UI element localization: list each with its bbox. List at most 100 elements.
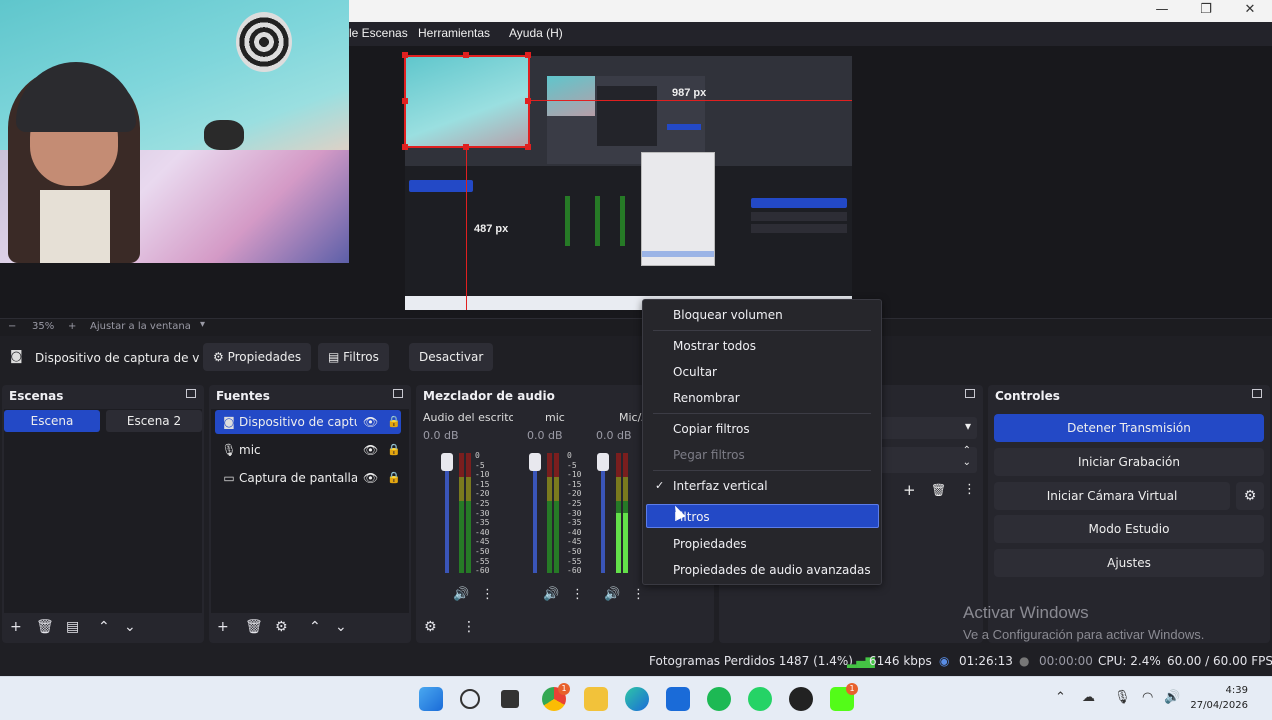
clock[interactable]: 4:39 27/04/2026 [1190, 683, 1248, 713]
start-recording-button[interactable]: Iniciar Grabación [994, 448, 1264, 476]
more-icon[interactable]: ⋮ [462, 619, 476, 635]
more-icon[interactable]: ⋮ [481, 587, 494, 602]
menu-item-show-all[interactable]: Mostrar todos [643, 334, 881, 358]
chevron-up-icon[interactable]: ⌃ [1055, 690, 1066, 705]
windows-start-icon[interactable] [419, 687, 443, 711]
obs-icon[interactable] [789, 687, 813, 711]
zoom-in-button[interactable]: + [68, 321, 76, 332]
minimize-button[interactable]: — [1140, 0, 1184, 22]
fader-handle[interactable] [597, 453, 609, 471]
chevron-up-icon[interactable]: ⌃ [963, 445, 971, 456]
dock-float-icon[interactable] [965, 389, 975, 398]
speaker-icon[interactable]: 🔊 [453, 587, 469, 602]
chevron-up-icon[interactable]: ⌃ [98, 619, 110, 635]
camera-icon: ◙ [10, 349, 23, 364]
menu-item-hide[interactable]: Ocultar [643, 360, 881, 384]
more-icon[interactable]: ⋮ [632, 587, 645, 602]
lock-icon[interactable]: 🔒 [387, 438, 401, 462]
menu-item-lock-volume[interactable]: Bloquear volumen [643, 303, 881, 327]
source-item-camera[interactable]: ◙ Dispositivo de captur 👁 🔒 [215, 410, 401, 434]
filter-icon[interactable]: ▤ [66, 619, 79, 635]
gear-icon: ⚙ [213, 350, 224, 364]
chevron-down-icon[interactable]: ⌄ [335, 619, 347, 635]
add-icon[interactable]: + [10, 619, 22, 635]
chevron-down-icon[interactable]: ⌄ [963, 457, 971, 468]
edge-icon[interactable] [625, 687, 649, 711]
spotify-icon[interactable] [707, 687, 731, 711]
menu-help[interactable]: Ayuda (H) [509, 26, 563, 40]
resize-handle[interactable] [525, 52, 531, 58]
menu-item-copy-filters[interactable]: Copiar filtros [643, 417, 881, 441]
dock-float-icon[interactable] [186, 389, 196, 398]
add-icon[interactable]: + [903, 481, 916, 499]
add-icon[interactable]: + [217, 619, 229, 635]
virtual-camera-button[interactable]: Iniciar Cámara Virtual [994, 482, 1230, 510]
resize-handle[interactable] [402, 52, 408, 58]
fit-window-option[interactable]: Ajustar a la ventana [90, 321, 191, 332]
menu-tools[interactable]: Herramientas [418, 26, 490, 40]
menu-item-rename[interactable]: Renombrar [643, 386, 881, 410]
dock-float-icon[interactable] [393, 389, 403, 398]
maximize-button[interactable]: ❐ [1184, 0, 1228, 22]
fader-handle[interactable] [529, 453, 541, 471]
fader-handle[interactable] [441, 453, 453, 471]
source-item-mic[interactable]: 🎙 mic 👁 🔒 [215, 438, 401, 462]
source-item-screen[interactable]: ▭ Captura de pantalla 👁 🔒 [215, 466, 401, 490]
menu-item-properties[interactable]: Propiedades [643, 532, 881, 556]
dock-float-icon[interactable] [1252, 389, 1262, 398]
wifi-icon[interactable]: ◠ [1142, 690, 1153, 705]
stop-stream-button[interactable]: Detener Transmisión [994, 414, 1264, 442]
scene-item-escena[interactable]: Escena [4, 410, 100, 432]
search-icon[interactable] [460, 689, 480, 709]
volume-icon[interactable]: 🔊 [1164, 690, 1180, 705]
filters-button[interactable]: ▤ Filtros [318, 343, 389, 371]
resize-handle[interactable] [525, 98, 531, 104]
zoom-out-button[interactable]: − [8, 321, 16, 332]
transition-select[interactable]: ▾ [879, 417, 977, 439]
resize-handle[interactable] [402, 98, 408, 104]
eye-icon[interactable]: 👁 [363, 438, 378, 462]
resize-handle[interactable] [402, 144, 408, 150]
eye-icon[interactable]: 👁 [363, 466, 378, 490]
trash-icon[interactable]: 🗑 [931, 483, 946, 497]
store-icon[interactable] [666, 687, 690, 711]
menu-item-vertical-interface[interactable]: ✓ Interfaz vertical [643, 474, 881, 498]
properties-button[interactable]: ⚙ Propiedades [203, 343, 312, 371]
resize-handle[interactable] [463, 52, 469, 58]
studio-mode-button[interactable]: Modo Estudio [994, 515, 1264, 543]
volume-fader[interactable] [601, 453, 605, 573]
gear-icon[interactable]: ⚙ [275, 619, 288, 635]
preview-canvas[interactable] [405, 56, 852, 310]
lock-icon[interactable]: 🔒 [387, 466, 401, 490]
chevron-down-icon[interactable]: ⌄ [124, 619, 136, 635]
menu-item-advanced-audio[interactable]: Propiedades de audio avanzadas [643, 558, 881, 582]
volume-fader[interactable] [445, 453, 449, 573]
duration-spinbox[interactable]: ⌃ ⌄ [879, 445, 977, 473]
gear-icon[interactable]: ⚙ [424, 619, 437, 635]
speaker-icon[interactable]: 🔊 [604, 587, 620, 602]
settings-button[interactable]: Ajustes [994, 549, 1264, 577]
more-icon[interactable]: ⋮ [571, 587, 584, 602]
chevron-up-icon[interactable]: ⌃ [309, 619, 321, 635]
terminal-icon[interactable] [501, 690, 519, 708]
microphone-icon[interactable]: 🎙 [1114, 690, 1131, 705]
resize-handle[interactable] [463, 144, 469, 150]
cloud-icon[interactable]: ☁ [1082, 690, 1095, 705]
chevron-down-icon[interactable]: ▾ [200, 319, 205, 330]
menu-scene-collection[interactable]: le Escenas [349, 26, 408, 40]
more-icon[interactable]: ⋮ [963, 482, 976, 497]
close-button[interactable]: ✕ [1228, 0, 1272, 22]
distance-label-vertical: 487 px [474, 223, 509, 235]
eye-icon[interactable]: 👁 [363, 410, 378, 434]
resize-handle[interactable] [525, 144, 531, 150]
speaker-icon[interactable]: 🔊 [543, 587, 559, 602]
whatsapp-icon[interactable] [748, 687, 772, 711]
trash-icon[interactable]: 🗑 [245, 619, 263, 635]
file-explorer-icon[interactable] [584, 687, 608, 711]
gear-icon[interactable]: ⚙ [1236, 482, 1264, 510]
scene-item-escena-2[interactable]: Escena 2 [106, 410, 202, 432]
trash-icon[interactable]: 🗑 [36, 619, 54, 635]
lock-icon[interactable]: 🔒 [387, 410, 401, 434]
deactivate-button[interactable]: Desactivar [409, 343, 494, 371]
volume-fader[interactable] [533, 453, 537, 573]
